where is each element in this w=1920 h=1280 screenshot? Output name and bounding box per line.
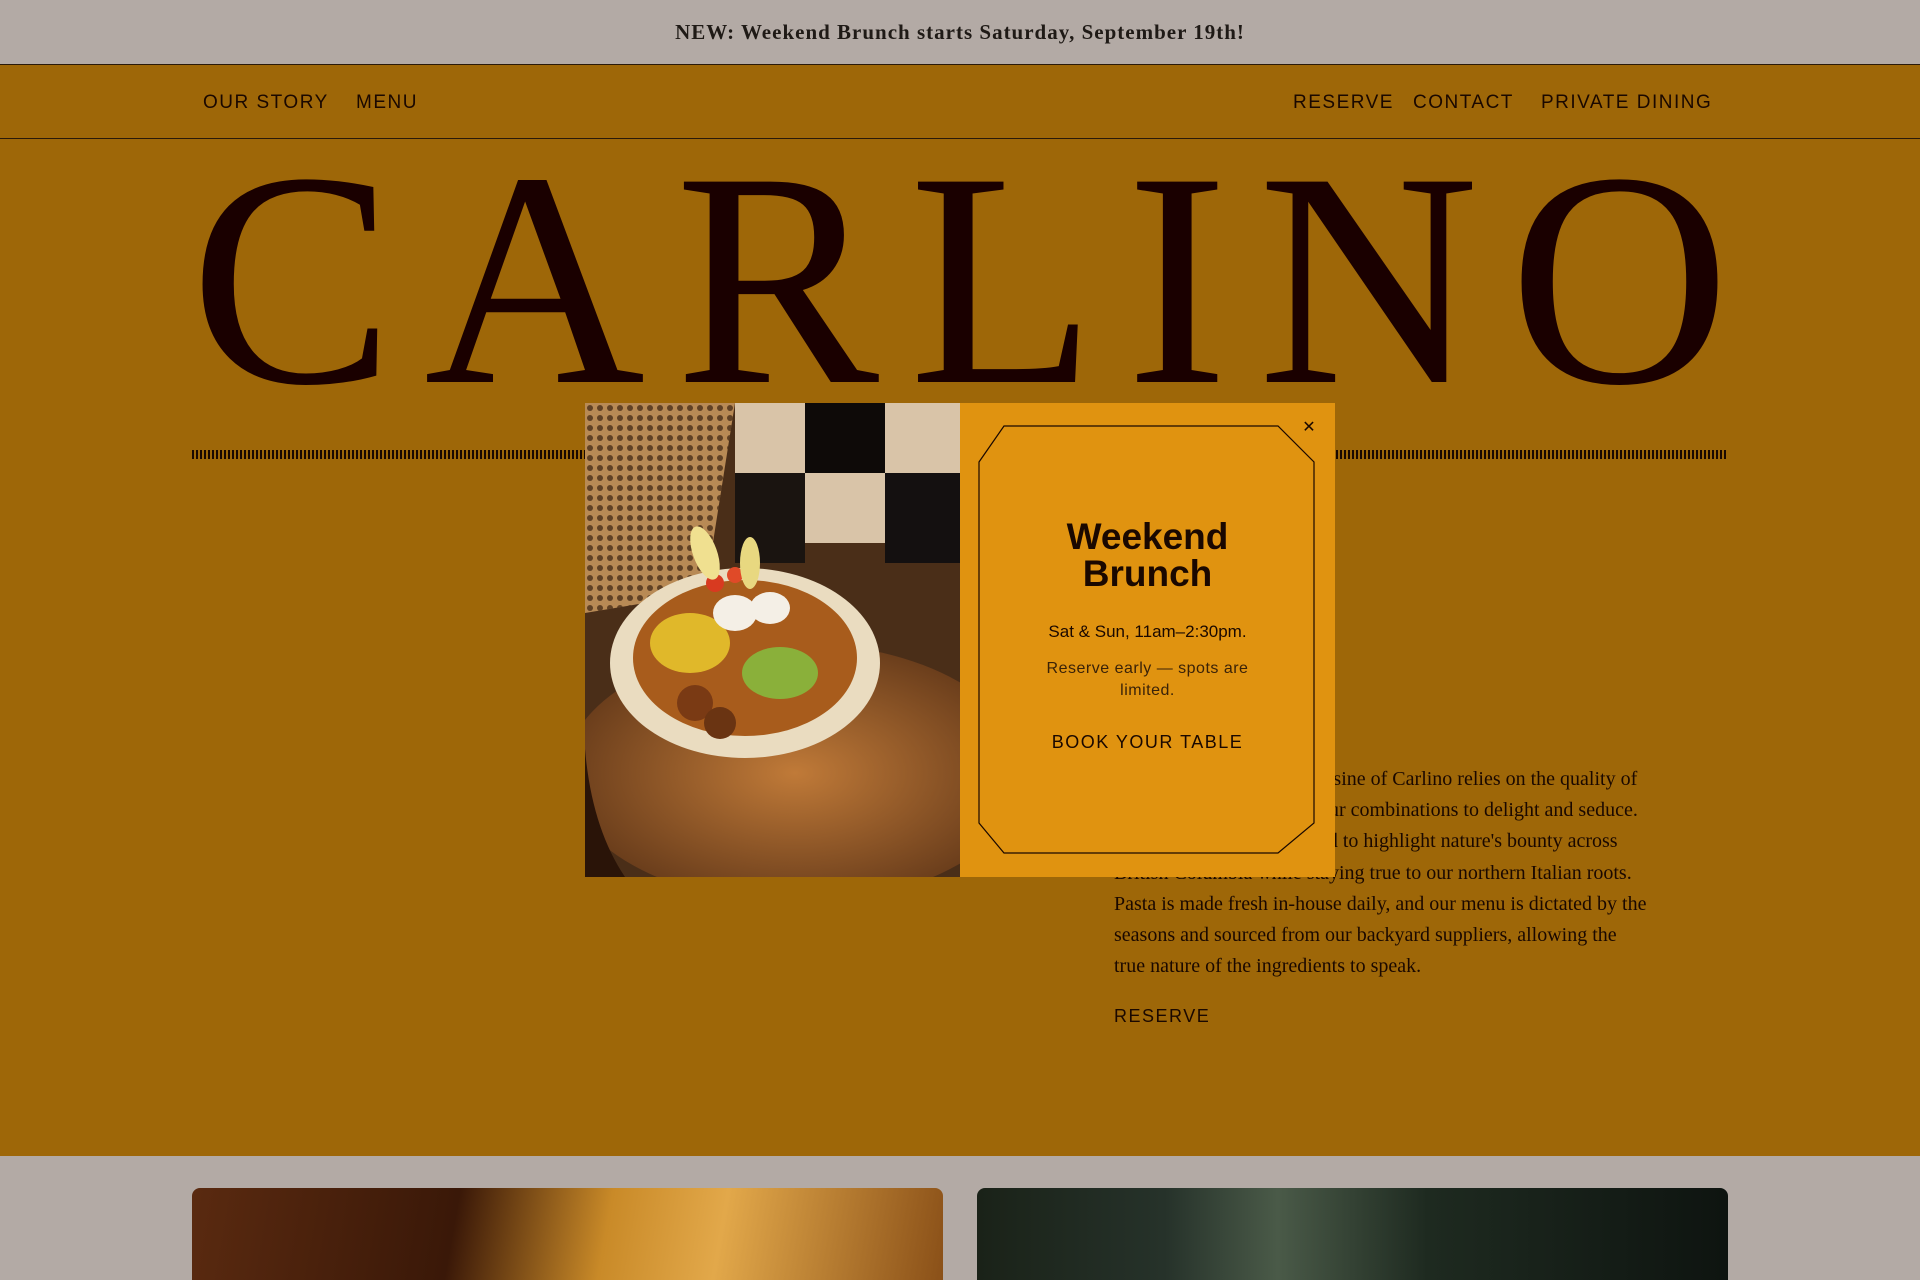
logo-letter: N [1258,110,1480,449]
brunch-modal-panel: ✕ Weekend Brunch Sat & Sun, 11am–2:30pm.… [960,403,1335,877]
intro-line: true nature of the ingredients to speak. [1114,955,1422,978]
modal-title-line: Brunch [1082,553,1213,594]
brunch-dish-photo [585,403,960,877]
brunch-hours: Sat & Sun, 11am–2:30pm. [1048,622,1247,641]
announcement-bar: NEW: Weekend Brunch starts Saturday, Sep… [0,0,1920,65]
patio-photo [977,1188,1728,1280]
logo-letter: O [1509,110,1730,449]
modal-title-line: Weekend [1066,516,1229,557]
logo-letter: C [190,110,395,449]
intro-line: Pasta is made fresh in-house daily, and … [1114,892,1647,915]
brunch-modal: ✕ Weekend Brunch Sat & Sun, 11am–2:30pm.… [585,403,1335,877]
announcement-text: NEW: Weekend Brunch starts Saturday, Sep… [675,19,1245,44]
modal-title: Weekend Brunch [1000,518,1295,592]
logo-letter: L [909,110,1097,449]
logo-letter: R [675,110,880,449]
modal-content: Weekend Brunch Sat & Sun, 11am–2:30pm. R… [1000,518,1295,753]
dining-room-photo [192,1188,943,1280]
logo-letter: I [1126,110,1229,449]
book-table-button[interactable]: BOOK YOUR TABLE [1052,732,1244,753]
reserve-note: Reserve early — spots are limited. [1046,660,1249,699]
logo-letter: A [424,110,646,449]
reserve-link[interactable]: RESERVE [1114,1006,1210,1027]
intro-line: seasons and sourced from our backyard su… [1114,924,1617,947]
close-icon[interactable]: ✕ [1299,417,1319,437]
carlino-logo: C A R L I N O [190,110,1730,449]
